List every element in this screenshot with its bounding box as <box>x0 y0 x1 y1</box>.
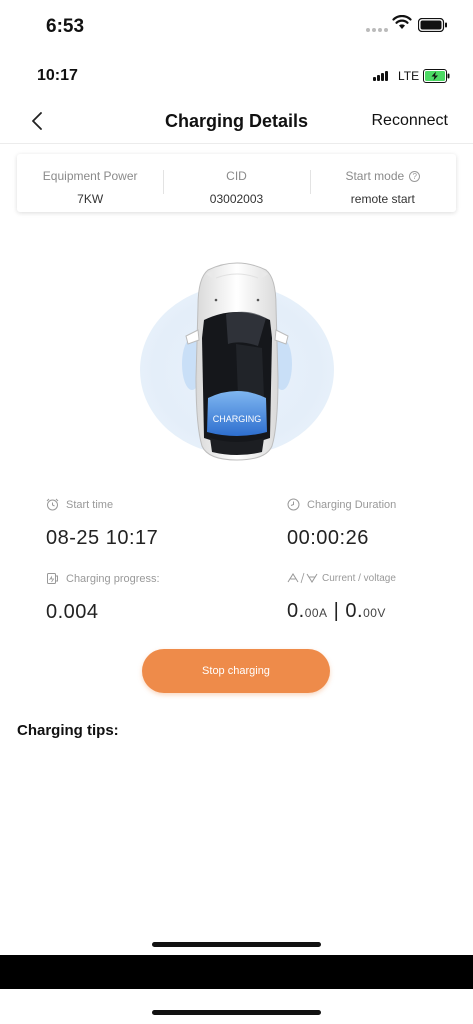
signal-strength-icon <box>373 71 388 81</box>
car-illustration: CHARGING <box>0 240 473 480</box>
device-status-bar: 6:53 <box>0 0 473 50</box>
current-voltage-stat: Current / voltage 0.00A | 0.00V <box>287 572 396 623</box>
device-clock: 6:53 <box>46 16 85 37</box>
charging-battery-icon <box>423 69 450 83</box>
start-time-stat: Start time 08-25 10:17 <box>46 498 158 550</box>
car-top-view-image: CHARGING <box>182 262 292 461</box>
current-voltage-label: Current / voltage <box>322 572 396 584</box>
charging-progress-value: 0.004 <box>46 601 99 623</box>
equipment-power-column: Equipment Power 7KW <box>17 154 163 212</box>
current-voltage-icon <box>287 572 318 584</box>
start-time-label: Start time <box>66 498 114 511</box>
cid-value: 03002003 <box>209 192 264 206</box>
charging-progress-stat: Charging progress: 0.004 <box>46 572 160 624</box>
wifi-icon <box>392 15 412 29</box>
charging-progress-label: Charging progress: <box>66 572 160 585</box>
current-voltage-value: 0.00A | 0.00V <box>287 600 396 623</box>
navigation-bar: Charging Details Reconnect <box>0 100 473 144</box>
equipment-info-card: Equipment Power 7KW CID 03002003 Start m… <box>17 154 456 212</box>
voltage-value-int: 0. <box>345 600 364 622</box>
equipment-power-label: Equipment Power <box>42 169 138 183</box>
cellular-dots-icon <box>366 28 388 32</box>
charging-tips-heading: Charging tips: <box>17 722 119 739</box>
charging-duration-stat: Charging Duration 00:00:26 <box>287 498 396 550</box>
start-mode-value: remote start <box>350 192 415 206</box>
start-time-value: 08-25 10:17 <box>46 527 159 549</box>
cid-column: CID 03002003 <box>163 154 309 212</box>
bottom-divider-band <box>0 955 473 989</box>
cid-label: CID <box>226 169 247 183</box>
app-status-bar: 10:17 LTE <box>0 60 473 90</box>
voltage-value-dec: 00V <box>363 606 386 620</box>
clock-icon <box>287 498 300 511</box>
device-battery-icon <box>418 18 447 32</box>
charging-duration-value: 00:00:26 <box>287 527 369 549</box>
value-separator: | <box>333 600 340 622</box>
current-value-dec: 00A <box>304 606 328 620</box>
charging-duration-label: Charging Duration <box>307 498 397 511</box>
stop-charging-button[interactable]: Stop charging <box>142 649 330 693</box>
question-mark-icon[interactable]: ? <box>409 170 421 182</box>
alarm-clock-icon <box>46 498 59 511</box>
device-home-indicator[interactable] <box>152 1010 321 1015</box>
reconnect-button[interactable]: Reconnect <box>372 112 449 130</box>
network-type: LTE <box>398 69 420 83</box>
battery-icon <box>47 573 58 584</box>
start-mode-column: Start mode ? remote start <box>309 154 456 212</box>
home-indicator[interactable] <box>152 942 321 947</box>
current-value-int: 0. <box>287 600 305 622</box>
app-clock: 10:17 <box>37 67 78 84</box>
equipment-power-value: 7KW <box>77 192 104 206</box>
start-mode-label: Start mode <box>345 169 405 183</box>
charging-badge: CHARGING <box>213 414 262 424</box>
